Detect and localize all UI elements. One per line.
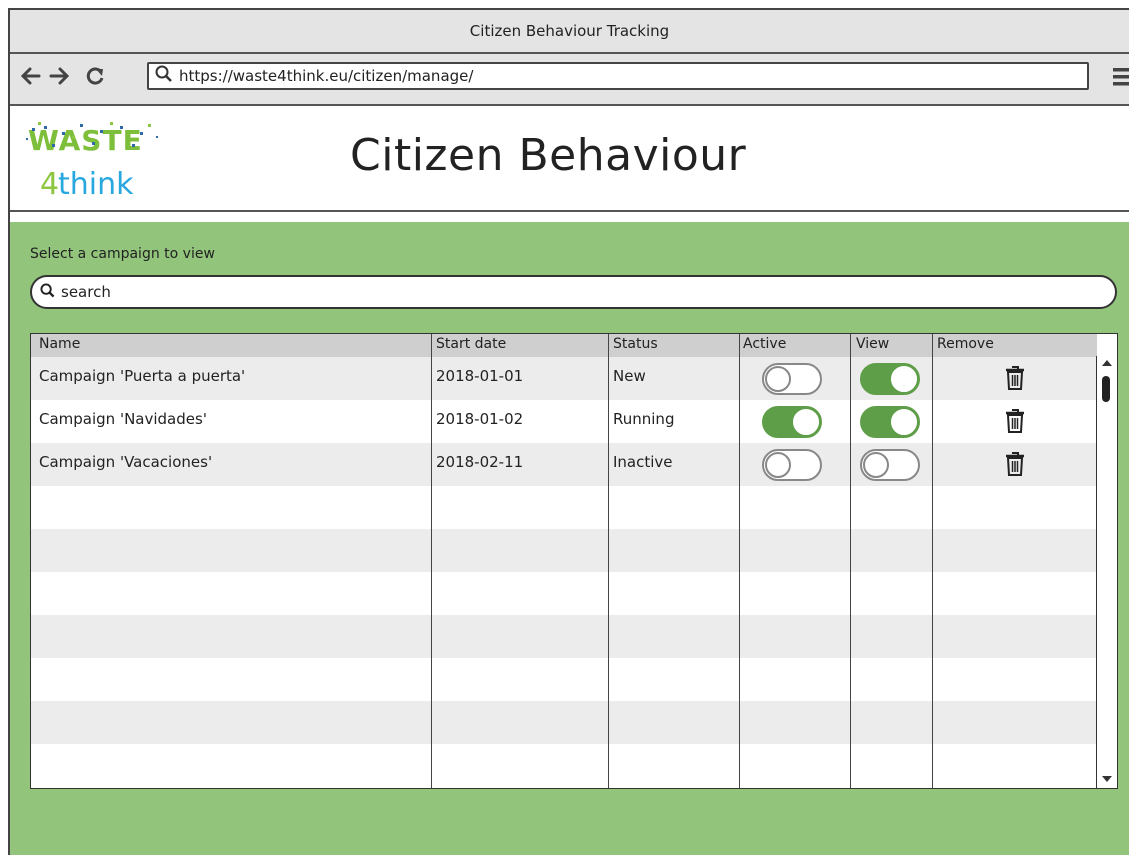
column-header-name[interactable]: Name: [39, 336, 80, 352]
campaign-status: Running: [613, 410, 675, 428]
reload-icon[interactable]: [84, 65, 106, 87]
empty-row: [31, 744, 1097, 787]
column-divider: [608, 334, 609, 788]
campaign-prompt: Select a campaign to view: [30, 246, 215, 262]
campaign-start-date: 2018-01-01: [436, 367, 524, 385]
table-header-row: Name Start date Status Active View Remov…: [31, 334, 1097, 357]
toggle-knob: [891, 366, 917, 392]
back-arrow-icon[interactable]: [20, 65, 42, 87]
table-row[interactable]: Campaign 'Vacaciones' 2018-02-11 Inactiv…: [31, 443, 1097, 486]
search-placeholder: search: [61, 283, 111, 301]
campaign-table: Name Start date Status Active View Remov…: [30, 333, 1118, 789]
table-row[interactable]: Campaign 'Navidades' 2018-01-02 Running: [31, 400, 1097, 443]
view-toggle[interactable]: [860, 363, 920, 395]
toggle-knob: [765, 366, 791, 392]
column-header-active[interactable]: Active: [743, 336, 786, 352]
scroll-thumb[interactable]: [1102, 376, 1110, 402]
window-title: Citizen Behaviour Tracking: [469, 22, 670, 40]
column-header-status[interactable]: Status: [613, 336, 658, 352]
title-bar: Citizen Behaviour Tracking: [10, 10, 1129, 54]
toggle-knob: [891, 409, 917, 435]
nav-buttons: [20, 65, 106, 87]
column-divider: [850, 334, 851, 788]
active-toggle[interactable]: [762, 363, 822, 395]
table-scrollbar[interactable]: [1096, 356, 1117, 788]
empty-row: [31, 658, 1097, 701]
browser-window: Citizen Behaviour Tracking https://waste…: [8, 8, 1129, 855]
main-content: Select a campaign to view search Name St…: [10, 222, 1129, 855]
table-row[interactable]: Campaign 'Puerta a puerta' 2018-01-01 Ne…: [31, 357, 1097, 400]
svg-text:think: think: [58, 167, 134, 202]
empty-row: [31, 615, 1097, 658]
active-toggle[interactable]: [762, 449, 822, 481]
campaign-status: New: [613, 367, 646, 385]
empty-row: [31, 701, 1097, 744]
search-icon: [40, 282, 55, 302]
toggle-knob: [793, 409, 819, 435]
trash-icon[interactable]: [1003, 408, 1027, 438]
address-bar[interactable]: https://waste4think.eu/citizen/manage/: [147, 62, 1089, 90]
scroll-up-arrow-icon[interactable]: [1102, 360, 1112, 366]
trash-icon[interactable]: [1003, 365, 1027, 395]
view-toggle[interactable]: [860, 406, 920, 438]
campaign-name: Campaign 'Vacaciones': [39, 453, 213, 471]
forward-arrow-icon[interactable]: [48, 65, 70, 87]
column-header-view[interactable]: View: [856, 336, 889, 352]
svg-text:4: 4: [40, 167, 59, 202]
url-text: https://waste4think.eu/citizen/manage/: [179, 67, 474, 85]
trash-icon[interactable]: [1003, 451, 1027, 481]
hamburger-menu-icon[interactable]: [1111, 66, 1129, 92]
campaign-status: Inactive: [613, 453, 673, 471]
campaign-name: Campaign 'Navidades': [39, 410, 207, 428]
browser-toolbar: https://waste4think.eu/citizen/manage/: [10, 54, 1129, 106]
view-toggle[interactable]: [860, 449, 920, 481]
toggle-knob: [765, 452, 791, 478]
campaign-name: Campaign 'Puerta a puerta': [39, 367, 246, 385]
empty-row: [31, 486, 1097, 529]
empty-row: [31, 529, 1097, 572]
column-header-start-date[interactable]: Start date: [436, 336, 506, 352]
search-icon: [155, 65, 173, 87]
active-toggle[interactable]: [762, 406, 822, 438]
campaign-start-date: 2018-01-02: [436, 410, 524, 428]
scroll-down-arrow-icon[interactable]: [1102, 776, 1112, 782]
page-title: Citizen Behaviour: [350, 130, 747, 181]
column-header-remove[interactable]: Remove: [937, 336, 994, 352]
campaign-start-date: 2018-02-11: [436, 453, 524, 471]
column-divider: [739, 334, 740, 788]
empty-row: [31, 572, 1097, 615]
column-divider: [932, 334, 933, 788]
waste4think-logo: WASTE 4 think: [22, 114, 172, 202]
column-divider: [431, 334, 432, 788]
page-header: WASTE 4 think Citizen Behaviour: [10, 106, 1129, 212]
search-input[interactable]: search: [30, 275, 1117, 309]
toggle-knob: [863, 452, 889, 478]
